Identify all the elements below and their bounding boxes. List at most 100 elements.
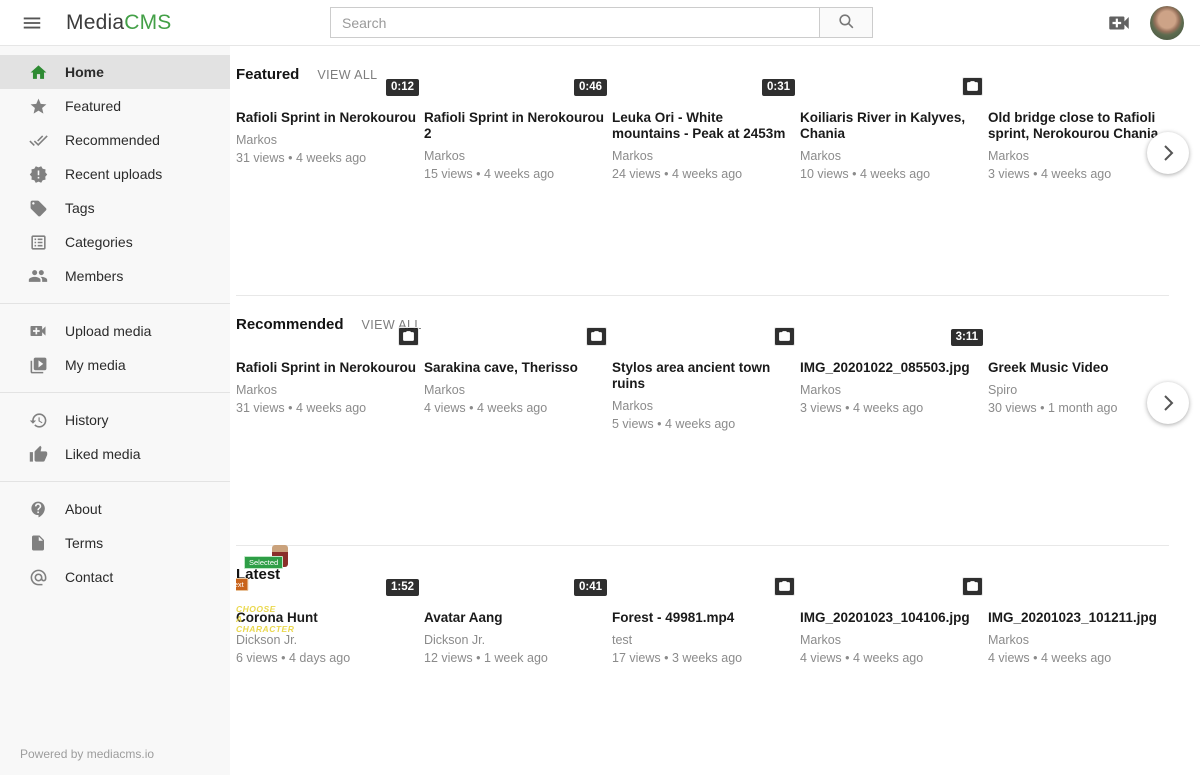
- media-author[interactable]: Markos: [800, 148, 981, 164]
- media-title[interactable]: Greek Music Video: [988, 360, 1169, 376]
- search-button[interactable]: [819, 7, 873, 38]
- carousel-next-button[interactable]: [1147, 382, 1189, 424]
- sidebar-item-featured[interactable]: Featured: [0, 89, 230, 123]
- media-title[interactable]: Rafioli Sprint in Nerokourou: [236, 110, 417, 126]
- topbar-actions: [1104, 0, 1184, 46]
- media-card[interactable]: 0:12Rafioli Sprint in Nerokourou 2Markos…: [424, 101, 605, 287]
- media-card[interactable]: 0:46Leuka Ori - White mountains - Peak a…: [612, 101, 793, 287]
- media-title[interactable]: Sarakina cave, Therisso: [424, 360, 605, 376]
- section-recommended: RecommendedVIEW ALL0:19Rafioli Sprint in…: [236, 316, 1200, 546]
- media-card[interactable]: Old bridge close to Rafioli sprint, Nero…: [988, 101, 1169, 287]
- media-title[interactable]: Stylos area ancient town ruins: [612, 360, 793, 392]
- media-views-date: 3 views • 4 weeks ago: [988, 166, 1169, 182]
- video-call-icon: [28, 321, 48, 341]
- media-author[interactable]: Markos: [236, 382, 417, 398]
- media-card[interactable]: IMG_20201023_104106.jpgMarkos4 views • 4…: [800, 601, 981, 775]
- media-views-date: 24 views • 4 weeks ago: [612, 166, 793, 182]
- sidebar-item-contact[interactable]: Contact: [0, 560, 230, 594]
- sidebar-item-liked-media[interactable]: Liked media: [0, 437, 230, 471]
- media-card[interactable]: IMG_20201022_085503.jpgMarkos3 views • 4…: [800, 351, 981, 537]
- media-author[interactable]: Markos: [800, 382, 981, 398]
- section-header: Latest: [236, 566, 1200, 586]
- media-title[interactable]: Old bridge close to Rafioli sprint, Nero…: [988, 110, 1169, 142]
- media-author[interactable]: Dickson Jr.: [424, 632, 605, 648]
- sidebar-item-label: Contact: [65, 569, 113, 585]
- media-title[interactable]: IMG_20201023_104106.jpg: [800, 610, 981, 626]
- media-card[interactable]: 3:11Greek Music VideoSpiro30 views • 1 m…: [988, 351, 1169, 537]
- media-title[interactable]: Rafioli Sprint in Nerokourou 2: [424, 110, 605, 142]
- sidebar-item-about[interactable]: About: [0, 492, 230, 526]
- sidebar-item-tags[interactable]: Tags: [0, 191, 230, 225]
- media-author[interactable]: Spiro: [988, 382, 1169, 398]
- view-all-link[interactable]: VIEW ALL: [317, 68, 377, 82]
- menu-icon[interactable]: [18, 9, 46, 37]
- logo[interactable]: MediaCMS: [66, 11, 171, 35]
- media-title[interactable]: Forest - 49981.mp4: [612, 610, 793, 626]
- media-author[interactable]: Dickson Jr.: [236, 632, 417, 648]
- search-form: [330, 7, 873, 38]
- media-title[interactable]: Rafioli Sprint in Nerokourou: [236, 360, 417, 376]
- sidebar-item-history[interactable]: History: [0, 403, 230, 437]
- media-views-date: 4 views • 4 weeks ago: [988, 650, 1169, 666]
- media-title[interactable]: IMG_20201023_101211.jpg: [988, 610, 1169, 626]
- sidebar-item-recommended[interactable]: Recommended: [0, 123, 230, 157]
- media-card[interactable]: 0:19Rafioli Sprint in NerokourouMarkos31…: [236, 101, 417, 287]
- sidebar-item-upload-media[interactable]: Upload media: [0, 314, 230, 348]
- sidebar-item-label: History: [65, 412, 109, 428]
- section-title: Featured: [236, 66, 299, 83]
- media-card[interactable]: 0:19Rafioli Sprint in NerokourouMarkos31…: [236, 351, 417, 537]
- media-author[interactable]: Markos: [424, 382, 605, 398]
- sidebar-item-home[interactable]: Home: [0, 55, 230, 89]
- avatar[interactable]: [1150, 6, 1184, 40]
- sidebar-item-members[interactable]: Members: [0, 259, 230, 293]
- section-featured: FeaturedVIEW ALL0:19Rafioli Sprint in Ne…: [236, 66, 1200, 296]
- sidebar: Home FeaturedRecommended Recent uploads Tag…: [0, 46, 230, 775]
- sidebar-item-label: Recent uploads: [65, 166, 162, 182]
- media-author[interactable]: Markos: [988, 632, 1169, 648]
- media-views-date: 4 views • 4 weeks ago: [424, 400, 605, 416]
- sidebar-item-recent-uploads[interactable]: Recent uploads: [0, 157, 230, 191]
- media-author[interactable]: Markos: [236, 132, 417, 148]
- media-author[interactable]: Markos: [424, 148, 605, 164]
- done-all-icon: [28, 130, 48, 150]
- home-icon: [28, 62, 48, 82]
- sidebar-nav: Home FeaturedRecommended Recent uploads Tag…: [0, 46, 230, 594]
- media-card[interactable]: IMG_20201023_101211.jpg Markos 4 views • 4…: [988, 601, 1169, 775]
- media-card[interactable]: 1:52Avatar AangDickson Jr.12 views • 1 w…: [424, 601, 605, 775]
- search-input[interactable]: [330, 7, 820, 38]
- media-views-date: 10 views • 4 weeks ago: [800, 166, 981, 182]
- section-header: Featured VIEW ALL: [236, 66, 1200, 86]
- media-views-date: 12 views • 1 week ago: [424, 650, 605, 666]
- at-sign-icon: [28, 567, 48, 587]
- sidebar-item-categories[interactable]: Categories: [0, 225, 230, 259]
- media-card[interactable]: 0:31Koiliaris River in Kalyves, ChaniaMa…: [800, 101, 981, 287]
- media-author[interactable]: test: [612, 632, 793, 648]
- sidebar-item-label: Categories: [65, 234, 133, 250]
- topbar: MediaCMS: [0, 0, 1200, 46]
- media-author[interactable]: Markos: [988, 148, 1169, 164]
- powered-by: Powered by mediacms.io: [20, 747, 154, 761]
- media-card[interactable]: 0:41Forest - 49981.mp4test17 views • 3 w…: [612, 601, 793, 775]
- star-icon: [28, 96, 48, 116]
- media-title[interactable]: Leuka Ori - White mountains - Peak at 24…: [612, 110, 793, 142]
- sidebar-item-label: Upload media: [65, 323, 151, 339]
- media-title[interactable]: IMG_20201022_085503.jpg: [800, 360, 981, 376]
- sidebar-item-label: Home: [65, 64, 104, 80]
- media-views-date: 30 views • 1 month ago: [988, 400, 1169, 416]
- media-card[interactable]: Sarakina cave, Therisso Markos 4 views • 4…: [424, 351, 605, 537]
- sidebar-item-my-media[interactable]: My media: [0, 348, 230, 382]
- media-author[interactable]: Markos: [800, 632, 981, 648]
- history-icon: [28, 410, 48, 430]
- upload-media-icon[interactable]: [1104, 8, 1134, 38]
- media-card[interactable]: Stylos area ancient town ruinsMarkos5 vi…: [612, 351, 793, 537]
- section-header: RecommendedVIEW ALL: [236, 316, 1200, 336]
- media-card[interactable]: CHOOSE A CHARACTERSelectedNextSelect1:36…: [236, 601, 417, 775]
- sidebar-item-terms[interactable]: Terms: [0, 526, 230, 560]
- media-author[interactable]: Markos: [612, 398, 793, 414]
- media-author[interactable]: Markos: [612, 148, 793, 164]
- sidebar-divider: [0, 481, 230, 482]
- sidebar-item-label: Liked media: [65, 446, 141, 462]
- carousel-next-button[interactable]: [1147, 132, 1189, 174]
- media-title[interactable]: Koiliaris River in Kalyves, Chania: [800, 110, 981, 142]
- media-title[interactable]: Avatar Aang: [424, 610, 605, 626]
